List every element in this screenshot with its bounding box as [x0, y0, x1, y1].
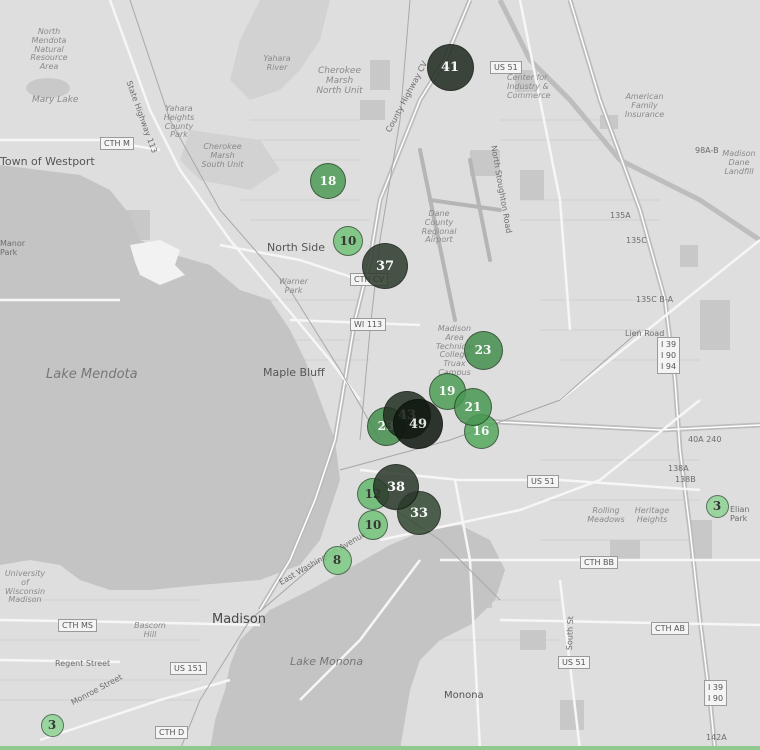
dane-airport-label: Dane County Regional Airport	[421, 209, 457, 245]
exit-135a-label: 135A	[610, 211, 631, 220]
cluster-marker[interactable]: 49	[393, 399, 443, 449]
bottom-edge-bar	[0, 746, 760, 750]
warner-park-label: Warner Park	[279, 277, 308, 295]
regent-street-label: Regent Street	[55, 659, 111, 668]
cluster-marker[interactable]: 18	[310, 163, 346, 199]
i39-shield: I 39 I 90 I 94	[657, 337, 681, 374]
exit-138b-label: 138B	[675, 475, 696, 484]
cluster-count: 41	[440, 59, 460, 75]
south-st-label: South St	[565, 615, 576, 651]
exit-135ba-label: 135C B-A	[636, 295, 674, 304]
cth-m-shield: CTH M	[100, 137, 134, 150]
manor-park-label: Manor Park	[0, 239, 26, 257]
cluster-count: 49	[408, 416, 428, 432]
cluster-count: 16	[472, 424, 490, 438]
rolling-meadows-label: Rolling Meadows	[587, 506, 625, 524]
cluster-count: 3	[712, 499, 722, 513]
cluster-count: 3	[47, 718, 57, 732]
cluster-count: 10	[364, 518, 382, 532]
cluster-count: 37	[375, 258, 395, 274]
exit-135c-label: 135C	[626, 236, 647, 245]
map[interactable]: Lake Mendota Lake Monona Madison North S…	[0, 0, 760, 750]
cluster-count: 21	[464, 400, 482, 414]
yahara-river-label: Yahara River	[263, 54, 291, 72]
north-mendota-label: North Mendota Natural Resource Area	[30, 27, 68, 72]
exit-240-label: 40A 240	[688, 435, 722, 444]
cluster-count: 38	[386, 479, 406, 495]
cherokee-south-label: Cherokee Marsh South Unit	[201, 142, 244, 169]
maple-bluff-label: Maple Bluff	[263, 366, 325, 379]
uw-madison-label: University of Wisconsin Madison	[4, 569, 46, 605]
cluster-marker[interactable]: 3	[40, 713, 64, 737]
cluster-count: 18	[319, 174, 337, 188]
center-industry-label: Center for Industry & Commerce	[507, 73, 551, 100]
cluster-marker[interactable]: 10	[333, 226, 363, 256]
lake-mendota-label: Lake Mendota	[46, 367, 138, 382]
us51-shield: US 51	[490, 61, 522, 74]
cth-ms-shield: CTH MS	[58, 619, 98, 632]
cherokee-north-label: Cherokee Marsh North Unit	[316, 66, 363, 96]
yahara-heights-label: Yahara Heights County Park	[163, 104, 195, 140]
north-side-label: North Side	[267, 241, 326, 254]
us151-shield: US 151	[170, 662, 207, 675]
cluster-count: 19	[438, 384, 456, 398]
lake-monona-label: Lake Monona	[290, 655, 364, 668]
cluster-count: 8	[332, 553, 342, 567]
town-of-westport-label: Town of Westport	[0, 155, 95, 168]
us51-shield: US 51	[527, 475, 559, 488]
cth-ab-shield: CTH AB	[651, 622, 689, 635]
cluster-marker[interactable]: 41	[426, 43, 474, 91]
elian-park-label: Elian Park	[730, 505, 750, 523]
cth-d-shield: CTH D	[155, 726, 189, 739]
cth-bb-shield: CTH BB	[580, 556, 619, 569]
cluster-marker[interactable]: 3	[705, 494, 729, 518]
cluster-marker[interactable]: 21	[454, 388, 492, 426]
american-family-label: American Family Insurance	[624, 92, 665, 119]
exit-142a-label: 142A	[706, 733, 727, 742]
us51-shield: US 51	[558, 656, 590, 669]
wi113-shield: WI 113	[350, 318, 387, 331]
cluster-count: 23	[474, 343, 492, 357]
cluster-count: 33	[409, 505, 429, 521]
cluster-marker[interactable]: 10	[358, 510, 388, 540]
cluster-marker[interactable]: 37	[362, 243, 408, 289]
mary-lake-label: Mary Lake	[32, 95, 79, 105]
cluster-marker[interactable]: 38	[373, 464, 419, 510]
madison-landfill-label: Madison Dane Landfill	[722, 149, 756, 176]
cluster-marker[interactable]: 23	[463, 330, 503, 370]
i39-shield: I 39 I 90	[704, 680, 728, 706]
madison-label: Madison	[212, 612, 267, 627]
bascom-hill-label: Bascom Hill	[134, 621, 166, 639]
heritage-heights-label: Heritage Heights	[634, 506, 670, 524]
cluster-count: 10	[339, 234, 357, 248]
cluster-marker[interactable]: 8	[322, 545, 352, 575]
exit-138a-label: 138A	[668, 464, 689, 473]
exit-98a-label: 98A-B	[695, 146, 719, 155]
monona-label: Monona	[444, 690, 484, 701]
